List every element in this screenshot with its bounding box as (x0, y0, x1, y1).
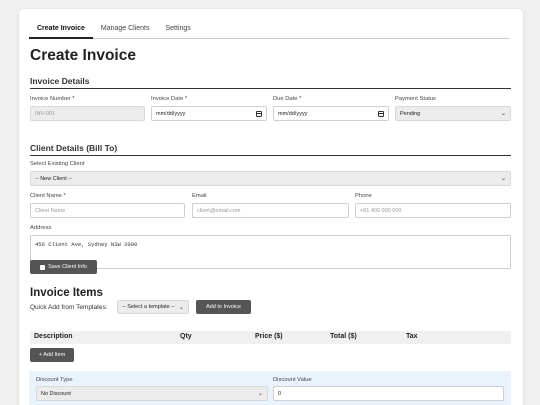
tab-bar: Create Invoice Manage Clients Settings (29, 23, 510, 39)
invoice-number-label: Invoice Number * (30, 96, 75, 102)
column-qty: Qty (180, 333, 192, 340)
quick-add-label: Quick Add from Templates: (30, 304, 108, 311)
due-date-field[interactable]: mm/dd/yyyy (273, 106, 389, 121)
tab-create-invoice[interactable]: Create Invoice (29, 23, 93, 39)
payment-status-select[interactable]: Pending ⌄ (395, 106, 511, 121)
invoice-date-label: Invoice Date * (151, 96, 188, 102)
calendar-icon[interactable] (256, 110, 262, 117)
email-input[interactable]: client@email.com (192, 203, 349, 218)
phone-input[interactable]: +61 400 000 000 (355, 203, 511, 218)
save-client-button[interactable]: Save Client Info (30, 260, 97, 274)
existing-client-value: -- New Client -- (35, 175, 72, 182)
section-divider (30, 88, 511, 89)
chevron-down-icon: ⌄ (257, 391, 263, 397)
invoice-details-heading: Invoice Details (30, 76, 90, 86)
discount-value-label: Discount Value (273, 377, 312, 383)
column-description: Description (34, 333, 73, 340)
payment-status-label: Payment Status (395, 96, 436, 102)
invoice-form-card: Create Invoice Manage Clients Settings C… (19, 9, 523, 405)
save-client-label: Save Client Info (48, 264, 87, 270)
discount-type-label: Discount Type (36, 377, 73, 383)
invoice-date-field[interactable]: mm/dd/yyyy (151, 106, 267, 121)
page-title: Create Invoice (30, 47, 136, 64)
section-divider (30, 155, 511, 156)
discount-type-select[interactable]: No Discount ⌄ (36, 386, 268, 401)
column-price: Price ($) (255, 333, 283, 340)
select-existing-client-label: Select Existing Client (30, 161, 85, 167)
due-date-value: mm/dd/yyyy (278, 110, 308, 117)
calendar-icon[interactable] (378, 110, 384, 117)
existing-client-select[interactable]: -- New Client -- ⌄ (30, 171, 511, 186)
address-label: Address (30, 225, 52, 231)
template-select-value: -- Select a template -- (122, 304, 175, 310)
tab-settings[interactable]: Settings (158, 23, 199, 39)
address-textarea[interactable]: 456 Client Ave, Sydney NSW 2000 (30, 235, 511, 269)
discount-type-value: No Discount (41, 390, 71, 397)
add-to-invoice-button[interactable]: Add to Invoice (196, 300, 251, 314)
tab-manage-clients[interactable]: Manage Clients (93, 23, 158, 39)
payment-status-value: Pending (400, 110, 421, 117)
template-select[interactable]: -- Select a template -- ⌄ (117, 300, 189, 314)
column-tax: Tax (406, 333, 418, 340)
client-name-input[interactable]: Client Name (30, 203, 185, 218)
invoice-date-value: mm/dd/yyyy (156, 110, 186, 117)
due-date-label: Due Date * (273, 96, 302, 102)
add-item-button[interactable]: + Add Item (30, 348, 74, 362)
chevron-down-icon: ⌄ (500, 111, 506, 117)
client-details-heading: Client Details (Bill To) (30, 143, 118, 153)
chevron-down-icon: ⌄ (500, 176, 506, 182)
chevron-down-icon: ⌄ (178, 304, 184, 311)
discount-value-input[interactable]: 0 (273, 386, 504, 401)
column-total: Total ($) (330, 333, 357, 340)
save-icon (40, 264, 46, 270)
invoice-number-field[interactable]: INV-001 (30, 106, 145, 121)
email-label: Email (192, 193, 207, 199)
invoice-items-heading: Invoice Items (30, 287, 103, 299)
phone-label: Phone (355, 193, 372, 199)
items-table-header: Description Qty Price ($) Total ($) Tax (30, 331, 511, 344)
discount-panel: Discount Type No Discount ⌄ Discount Val… (29, 371, 511, 405)
client-name-label: Client Name * (30, 193, 66, 199)
